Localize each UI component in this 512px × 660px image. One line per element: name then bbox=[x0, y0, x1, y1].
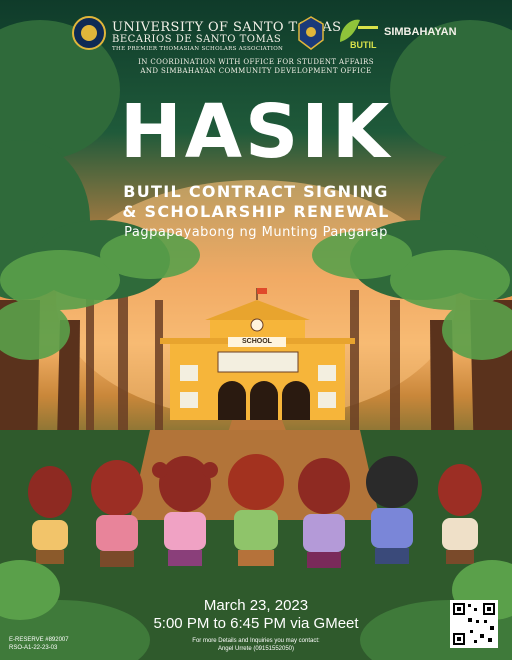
butil-logo-text: BUTIL bbox=[350, 40, 377, 50]
coordination-line-1: IN COORDINATION WITH OFFICE FOR STUDENT … bbox=[138, 58, 374, 66]
event-title: HASIK bbox=[119, 89, 393, 175]
rso-number: RSO-A1-22-23-03 bbox=[9, 645, 58, 651]
contact-line-2: Angel Urrete (09151552050) bbox=[217, 646, 295, 652]
contact-line-1: For more Details and Inquiries you may c… bbox=[192, 638, 320, 644]
organization-name: BECARIOS DE SANTO TOMAS bbox=[112, 34, 282, 45]
event-date: March 23, 2023 bbox=[203, 597, 309, 614]
school-sign: SCHOOL bbox=[242, 338, 272, 345]
poster: UNIVERSITY OF SANTO TOMAS BECARIOS DE SA… bbox=[0, 0, 512, 660]
event-time: 5:00 PM to 6:45 PM via GMeet bbox=[153, 615, 359, 632]
simbahayan-logo-text: SIMBAHAYAN bbox=[384, 26, 457, 38]
ust-seal-icon bbox=[72, 16, 106, 50]
organization-tagline: THE PREMIER THOMASIAN SCHOLARS ASSOCIATI… bbox=[112, 46, 284, 52]
event-subtitle-line-1: BUTIL CONTRACT SIGNING bbox=[123, 182, 389, 201]
becarios-logo-icon bbox=[298, 16, 324, 50]
reserve-number: E-RESERVE #892007 bbox=[9, 637, 69, 643]
header: UNIVERSITY OF SANTO TOMAS BECARIOS DE SA… bbox=[0, 0, 512, 80]
coordination-line-2: AND SIMBAHAYAN COMMUNITY DEVELOPMENT OFF… bbox=[140, 67, 372, 75]
event-subtitle-line-2: & SCHOLARSHIP RENEWAL bbox=[122, 202, 390, 221]
event-tagline: Pagpapayabong ng Munting Pangarap bbox=[124, 225, 388, 240]
qr-code-icon[interactable] bbox=[450, 600, 498, 648]
